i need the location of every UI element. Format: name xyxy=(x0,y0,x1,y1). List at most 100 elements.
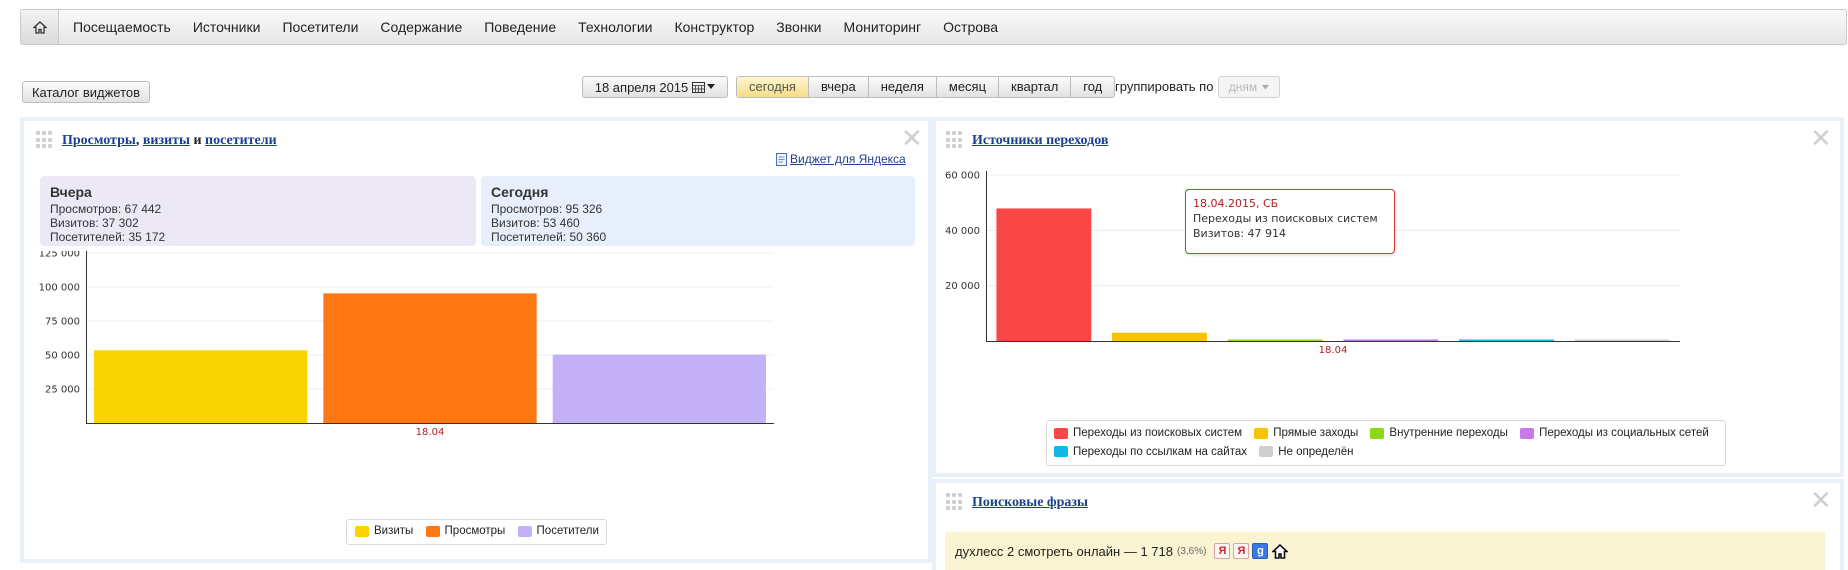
legend-item-views[interactable]: Просмотры xyxy=(425,525,506,537)
legend-label: Визиты xyxy=(374,525,414,537)
nav-item-monitoring[interactable]: Мониторинг xyxy=(833,10,933,44)
sources-chart-legend: Переходы из поисковых систем Прямые захо… xyxy=(1046,420,1726,466)
visits-link[interactable]: визиты xyxy=(143,133,190,148)
period-year[interactable]: год xyxy=(1071,77,1115,97)
y-tick-label: 100 000 xyxy=(39,283,80,294)
legend-item-direct[interactable]: Прямые заходы xyxy=(1254,425,1358,441)
bar-2 xyxy=(323,293,537,423)
stats-yesterday: Вчера Просмотров: 67 442 Визитов: 37 302… xyxy=(40,176,476,246)
legend-item-visits[interactable]: Визиты xyxy=(355,525,413,537)
stats-yesterday-title: Вчера xyxy=(50,184,92,200)
y-tick-label: 20 000 xyxy=(945,281,980,292)
title-and: и xyxy=(193,133,202,148)
nav-item-content[interactable]: Содержание xyxy=(369,10,473,44)
legend-item-links[interactable]: Переходы по ссылкам на сайтах xyxy=(1054,444,1247,460)
yandex-icon[interactable]: Я xyxy=(1214,543,1231,559)
drag-handle-icon[interactable] xyxy=(946,131,964,149)
home-icon xyxy=(32,20,47,34)
y-tick-label: 60 000 xyxy=(945,171,980,182)
search-phrase-row[interactable]: духлесс 2 смотреть онлайн — 1 718 (3,6%)… xyxy=(945,532,1825,570)
drag-handle-icon[interactable] xyxy=(36,131,54,149)
yandex-images-icon[interactable]: Я xyxy=(1233,543,1250,559)
legend-swatch xyxy=(425,525,440,537)
period-quarter[interactable]: квартал xyxy=(999,77,1072,97)
legend-item-visitors[interactable]: Посетители xyxy=(517,525,599,537)
legend-item-internal[interactable]: Внутренние переходы xyxy=(1370,425,1508,441)
close-icon[interactable]: ✕ xyxy=(1810,488,1832,514)
stats-today: Сегодня Просмотров: 95 326 Визитов: 53 4… xyxy=(481,176,915,246)
period-today[interactable]: сегодня xyxy=(737,77,809,97)
drag-handle-icon[interactable] xyxy=(946,493,964,511)
google-icon[interactable]: g xyxy=(1252,543,1269,559)
period-week[interactable]: неделя xyxy=(868,77,937,97)
stats-today-visitors: Посетителей: 50 360 xyxy=(491,230,607,244)
legend-item-undefined[interactable]: Не определён xyxy=(1259,444,1353,460)
y-tick-label: 40 000 xyxy=(945,226,980,237)
widget-views-visits: Просмотры, визиты и посетители ✕ Виджет … xyxy=(20,117,932,563)
period-month[interactable]: месяц xyxy=(936,77,1000,97)
search-phrase-share: (3,6%) xyxy=(1176,545,1207,557)
nav-item-islands[interactable]: Острова xyxy=(932,10,1009,44)
stats-today-visits: Визитов: 53 460 xyxy=(491,216,580,230)
stats-today-title: Сегодня xyxy=(491,184,549,200)
group-by-select[interactable]: дням xyxy=(1218,76,1280,98)
views-chart-legend: Визиты Просмотры Посетители xyxy=(346,519,607,545)
close-icon[interactable]: ✕ xyxy=(1810,126,1832,152)
nav-item-traffic[interactable]: Посещаемость xyxy=(59,10,182,44)
home-button[interactable] xyxy=(21,10,59,44)
legend-label: Переходы по ссылкам на сайтах xyxy=(1073,445,1248,458)
search-phrase-text: духлесс 2 смотреть онлайн — 1 718 xyxy=(955,543,1173,559)
stats-yesterday-views: Просмотров: 67 442 xyxy=(50,202,162,216)
caret-down-icon xyxy=(1262,84,1270,89)
y-tick-label: 125 000 xyxy=(39,251,80,260)
widget-traffic-sources: Источники переходов ✕ 20 000 40 000 60 000… xyxy=(932,117,1844,477)
date-label: 18 апреля 2015 xyxy=(594,79,689,95)
caret-down-icon xyxy=(707,84,716,89)
bar-4 xyxy=(1343,339,1439,341)
bar-3 xyxy=(1227,339,1323,341)
widget-catalog-button[interactable]: Каталог виджетов xyxy=(22,81,150,103)
legend-swatch xyxy=(355,525,369,537)
group-by-label: группировать по xyxy=(1115,79,1214,94)
traffic-sources-link[interactable]: Источники переходов xyxy=(972,133,1108,148)
legend-label: Посетители xyxy=(536,525,599,537)
x-tick-label: 18.04 xyxy=(416,427,445,438)
nav-item-constructor[interactable]: Конструктор xyxy=(663,10,765,44)
document-icon xyxy=(776,152,787,166)
x-tick-label: 18.04 xyxy=(1319,345,1348,356)
group-by-value: дням xyxy=(1228,80,1258,94)
stats-yesterday-visitors: Посетителей: 35 172 xyxy=(50,230,166,244)
close-icon[interactable]: ✕ xyxy=(901,126,923,152)
tooltip-series: Переходы из поисковых систем xyxy=(1193,212,1378,225)
widget-title: Поисковые фразы xyxy=(972,495,1088,511)
widget-title: Просмотры, визиты и посетители xyxy=(62,133,277,149)
legend-item-social[interactable]: Переходы из социальных сетей xyxy=(1520,425,1709,441)
nav-item-behavior[interactable]: Поведение xyxy=(473,10,567,44)
nav-item-calls[interactable]: Звонки xyxy=(765,10,832,44)
yandex-widget-link-row: Виджет для Яндекса xyxy=(776,152,906,166)
nav-item-sources[interactable]: Источники xyxy=(182,10,272,44)
main-nav: Посещаемость Источники Посетители Содерж… xyxy=(20,9,1847,45)
stats-yesterday-visits: Визитов: 37 302 xyxy=(50,216,139,230)
legend-label: Просмотры xyxy=(444,525,506,537)
legend-item-search[interactable]: Переходы из поисковых систем xyxy=(1054,425,1242,441)
nav-item-visitors[interactable]: Посетители xyxy=(271,10,369,44)
nav-item-technologies[interactable]: Технологии xyxy=(567,10,663,44)
y-tick-label: 75 000 xyxy=(45,317,80,328)
home-icon[interactable] xyxy=(1272,543,1289,559)
legend-swatch xyxy=(1370,427,1385,439)
bar-2 xyxy=(1112,332,1207,341)
visitors-link[interactable]: посетители xyxy=(205,133,277,148)
search-phrases-link[interactable]: Поисковые фразы xyxy=(972,495,1088,510)
title-separator: , xyxy=(135,133,140,148)
date-picker-button[interactable]: 18 апреля 2015 xyxy=(582,76,728,98)
yandex-widget-link[interactable]: Виджет для Яндекса xyxy=(790,152,906,166)
legend-label: Переходы из поисковых систем xyxy=(1073,427,1243,439)
period-tabs: сегодня вчера неделя месяц квартал год xyxy=(736,76,1116,98)
legend-swatch xyxy=(1054,446,1068,457)
views-link[interactable]: Просмотры xyxy=(62,133,136,148)
bar-6 xyxy=(1574,339,1670,341)
period-yesterday[interactable]: вчера xyxy=(808,77,869,97)
y-tick-label: 50 000 xyxy=(45,351,80,362)
legend-swatch xyxy=(1054,427,1068,439)
